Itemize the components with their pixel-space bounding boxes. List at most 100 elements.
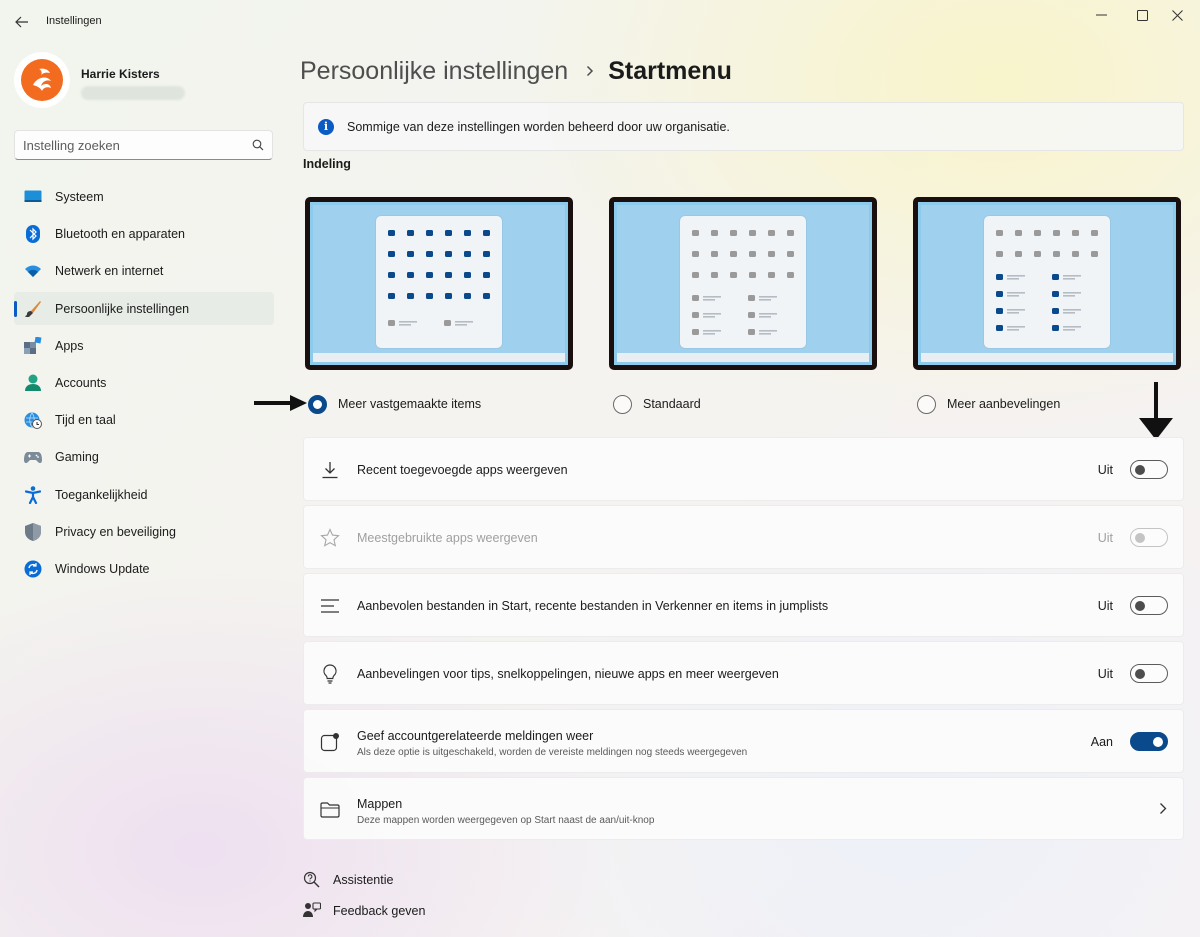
app-tile-dot bbox=[1034, 251, 1041, 257]
app-tile-dot bbox=[787, 230, 794, 236]
app-tile-dot bbox=[1015, 230, 1022, 236]
app-tile-dot bbox=[483, 230, 490, 236]
sidebar-item-apps[interactable]: Apps bbox=[14, 329, 274, 362]
apps-icon bbox=[24, 336, 42, 355]
recommendation-line bbox=[703, 316, 715, 318]
help-link[interactable]: Assistentie bbox=[303, 870, 393, 890]
app-tile-dot bbox=[711, 230, 718, 236]
app-tile-dot bbox=[464, 251, 471, 257]
recommendation-line bbox=[1007, 326, 1025, 328]
radio-button[interactable] bbox=[917, 394, 936, 414]
back-button[interactable] bbox=[10, 10, 34, 34]
recommendation-line bbox=[1063, 326, 1081, 328]
search-box[interactable] bbox=[14, 130, 273, 160]
app-tile-dot bbox=[787, 272, 794, 278]
start-panel-preview bbox=[984, 216, 1110, 348]
sidebar-item-accounts[interactable]: Accounts bbox=[14, 366, 274, 399]
feedback-link[interactable]: Feedback geven bbox=[303, 901, 425, 921]
toggle-most-used-apps[interactable] bbox=[1130, 528, 1168, 547]
app-tile-dot bbox=[445, 293, 452, 299]
app-tile-dot bbox=[483, 293, 490, 299]
radio-button[interactable] bbox=[613, 394, 632, 414]
paintbrush-icon bbox=[24, 300, 42, 318]
sidebar-item-bluetooth[interactable]: Bluetooth en apparaten bbox=[14, 217, 274, 250]
search-input[interactable] bbox=[23, 136, 243, 154]
recommendation-line bbox=[1007, 278, 1019, 280]
recommendation-line bbox=[455, 324, 467, 326]
layout-preview-standaard[interactable] bbox=[609, 197, 877, 370]
app-tile-dot bbox=[1015, 251, 1022, 257]
recommendation-line bbox=[1007, 329, 1019, 331]
section-title-indeling: Indeling bbox=[303, 157, 351, 171]
toggle-recommended-files[interactable] bbox=[1130, 596, 1168, 615]
sidebar-nav: Systeem Bluetooth en apparaten Netwerk e… bbox=[14, 180, 274, 589]
sidebar-item-systeem[interactable]: Systeem bbox=[14, 180, 274, 213]
app-tile-dot bbox=[1052, 325, 1059, 331]
layout-preview-meer-aanbevelingen[interactable] bbox=[913, 197, 1181, 370]
sidebar-item-windows-update[interactable]: Windows Update bbox=[14, 552, 274, 585]
app-tile-dot bbox=[1091, 230, 1098, 236]
chevron-right-icon[interactable] bbox=[1159, 802, 1167, 820]
app-tile-dot bbox=[1072, 230, 1079, 236]
sidebar-item-toegankelijkheid[interactable]: Toegankelijkheid bbox=[14, 478, 274, 511]
sidebar-item-tijd-en-taal[interactable]: Tijd en taal bbox=[14, 403, 274, 436]
radio-option-meer-aanbevelingen[interactable]: Meer aanbevelingen bbox=[917, 393, 1060, 415]
app-tile-dot bbox=[749, 272, 756, 278]
recommendation-line bbox=[759, 316, 771, 318]
minimize-icon bbox=[1095, 14, 1107, 16]
app-tile-dot bbox=[426, 272, 433, 278]
user-email-blurred bbox=[81, 86, 185, 100]
app-tile-dot bbox=[748, 312, 755, 318]
app-tile-dot bbox=[388, 272, 395, 278]
radio-option-meer-vastgemaakt[interactable]: Meer vastgemaakte items bbox=[308, 393, 481, 415]
sidebar-item-netwerk[interactable]: Netwerk en internet bbox=[14, 254, 274, 287]
close-icon bbox=[1171, 9, 1183, 21]
app-tile-dot bbox=[787, 251, 794, 257]
recommendation-line bbox=[1063, 295, 1075, 297]
recommendation-line bbox=[703, 313, 721, 315]
toggle-account-notifications[interactable] bbox=[1130, 732, 1168, 751]
maximize-icon bbox=[1136, 9, 1148, 21]
app-tile-dot bbox=[730, 251, 737, 257]
recommendation-line bbox=[703, 299, 715, 301]
wifi-icon bbox=[24, 262, 42, 280]
gamepad-icon bbox=[24, 448, 42, 466]
download-icon bbox=[319, 459, 341, 481]
close-button[interactable] bbox=[1154, 4, 1200, 26]
app-tile-dot bbox=[996, 274, 1003, 280]
radio-option-standaard[interactable]: Standaard bbox=[613, 393, 701, 415]
app-tile-dot bbox=[692, 251, 699, 257]
title-bar: Instellingen bbox=[0, 0, 1200, 44]
toggle-state-label: Uit bbox=[1097, 463, 1113, 477]
annotation-arrow-down-icon bbox=[1139, 382, 1173, 440]
setting-folders[interactable]: Mappen Deze mappen worden weergegeven op… bbox=[303, 777, 1184, 840]
bluetooth-icon bbox=[24, 225, 42, 244]
app-tile-dot bbox=[1052, 308, 1059, 314]
recommendation-line bbox=[1007, 309, 1025, 311]
toggle-state-label: Uit bbox=[1097, 531, 1113, 545]
sidebar-item-gaming[interactable]: Gaming bbox=[14, 440, 274, 473]
breadcrumb-parent[interactable]: Persoonlijke instellingen bbox=[300, 57, 568, 86]
app-tile-dot bbox=[1091, 251, 1098, 257]
app-tile-dot bbox=[483, 251, 490, 257]
layout-preview-meer-vastgemaakt[interactable] bbox=[305, 197, 573, 370]
recommendation-line bbox=[1063, 312, 1075, 314]
minimize-button[interactable] bbox=[1078, 4, 1124, 26]
app-tile-dot bbox=[388, 293, 395, 299]
recommendation-line bbox=[399, 321, 417, 323]
toggle-recent-apps[interactable] bbox=[1130, 460, 1168, 479]
setting-recommended-files: Aanbevolen bestanden in Start, recente b… bbox=[303, 573, 1184, 637]
radio-button-selected[interactable] bbox=[308, 394, 327, 414]
star-icon bbox=[319, 527, 341, 549]
recommendation-line bbox=[759, 330, 777, 332]
toggle-tips[interactable] bbox=[1130, 664, 1168, 683]
search-icon[interactable] bbox=[252, 138, 264, 156]
recommendation-line bbox=[759, 313, 777, 315]
folder-icon bbox=[319, 799, 341, 821]
app-tile-dot bbox=[748, 295, 755, 301]
avatar[interactable] bbox=[14, 52, 70, 108]
chevron-right-icon bbox=[586, 65, 594, 77]
sidebar-item-privacy[interactable]: Privacy en beveiliging bbox=[14, 515, 274, 548]
app-tile-dot bbox=[426, 293, 433, 299]
sidebar-item-persoonlijke-instellingen[interactable]: Persoonlijke instellingen bbox=[14, 291, 274, 325]
